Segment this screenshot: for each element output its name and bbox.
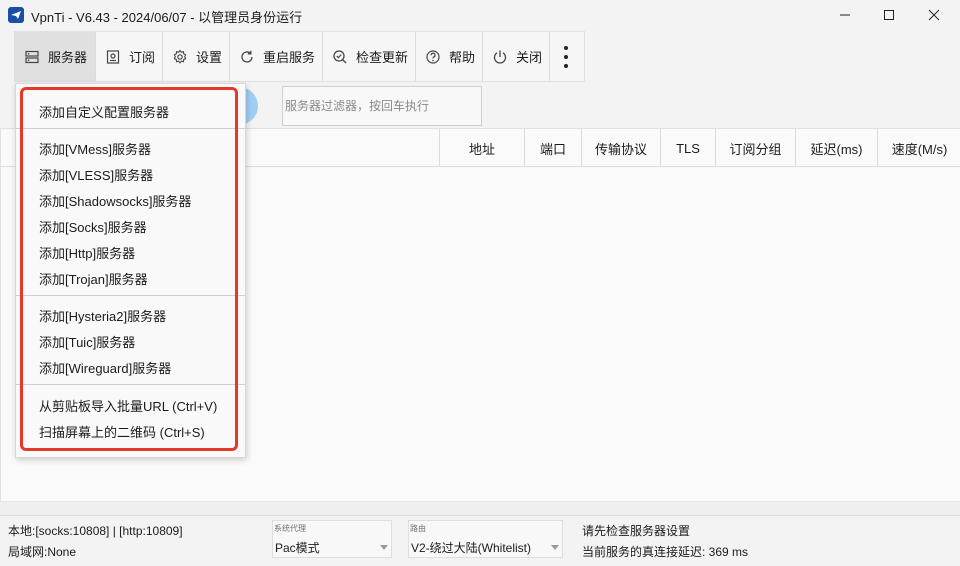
toolbar-label: 关闭 bbox=[516, 50, 543, 65]
local-ports-text: 本地:[socks:10808] | [http:10809] bbox=[8, 524, 183, 538]
menu-add-vless-server[interactable]: 添加[VLESS]服务器 bbox=[16, 161, 245, 187]
menu-scan-qr-code[interactable]: 扫描屏幕上的二维码 (Ctrl+S) bbox=[16, 418, 245, 444]
close-button[interactable] bbox=[911, 0, 957, 30]
horizontal-scrollbar[interactable] bbox=[0, 501, 960, 515]
toolbar-subscriptions-button[interactable]: 订阅 bbox=[96, 32, 162, 81]
toolbar-close-button[interactable]: 关闭 bbox=[483, 32, 549, 81]
title-bar: VpnTi - V6.43 - 2024/06/07 - 以管理员身份运行 bbox=[0, 0, 960, 30]
main-toolbar: 服务器 订阅 设置 重启服务 检查更新 帮助 关闭 bbox=[14, 31, 585, 82]
toolbar-check-update-button[interactable]: 检查更新 bbox=[323, 32, 415, 81]
menu-separator bbox=[16, 295, 245, 296]
menu-add-wireguard-server[interactable]: 添加[Wireguard]服务器 bbox=[16, 354, 245, 380]
toolbar-restart-button[interactable]: 重启服务 bbox=[230, 32, 322, 81]
minimize-button[interactable] bbox=[822, 0, 868, 30]
more-vertical-icon[interactable] bbox=[560, 46, 572, 68]
system-proxy-label: 系统代理 bbox=[274, 524, 306, 533]
check-update-icon bbox=[332, 49, 348, 65]
help-icon bbox=[425, 49, 441, 65]
column-header-address[interactable]: 地址 bbox=[439, 129, 524, 167]
subscription-icon bbox=[105, 49, 121, 65]
column-header-transport[interactable]: 传输协议 bbox=[581, 129, 660, 167]
minimize-icon bbox=[840, 14, 850, 16]
routing-label: 路由 bbox=[410, 524, 426, 533]
server-icon bbox=[24, 49, 40, 65]
toolbar-servers-button[interactable]: 服务器 bbox=[15, 32, 95, 81]
column-header-subscription-group[interactable]: 订阅分组 bbox=[715, 129, 795, 167]
menu-import-from-clipboard[interactable]: 从剪贴板导入批量URL (Ctrl+V) bbox=[16, 392, 245, 418]
column-header-latency[interactable]: 延迟(ms) bbox=[795, 129, 877, 167]
menu-add-shadowsocks-server[interactable]: 添加[Shadowsocks]服务器 bbox=[16, 187, 245, 213]
menu-add-trojan-server[interactable]: 添加[Trojan]服务器 bbox=[16, 265, 245, 291]
menu-separator bbox=[16, 384, 245, 385]
column-header-tls[interactable]: TLS bbox=[660, 129, 715, 167]
status-message: 请先检查服务器设置 bbox=[582, 524, 691, 538]
routing-select[interactable]: 路由 V2-绕过大陆(Whitelist) bbox=[408, 520, 563, 558]
toolbar-label: 重启服务 bbox=[263, 50, 316, 65]
refresh-icon bbox=[239, 49, 255, 65]
server-dropdown-menu: 添加自定义配置服务器 添加[VMess]服务器 添加[VLESS]服务器 添加[… bbox=[15, 83, 246, 458]
lan-text: 局域网:None bbox=[8, 545, 77, 559]
chevron-down-icon bbox=[380, 545, 388, 550]
app-logo-icon bbox=[8, 7, 24, 23]
window-title: VpnTi - V6.43 - 2024/06/07 - 以管理员身份运行 bbox=[31, 10, 303, 25]
column-header-speed[interactable]: 速度(M/s) bbox=[877, 129, 960, 167]
latency-text: 当前服务的真连接延迟: 369 ms bbox=[582, 545, 749, 559]
maximize-icon bbox=[884, 10, 894, 20]
system-proxy-value: Pac模式 bbox=[275, 541, 320, 555]
toolbar-label: 订阅 bbox=[129, 50, 156, 65]
close-icon bbox=[928, 9, 940, 21]
menu-add-hysteria2-server[interactable]: 添加[Hysteria2]服务器 bbox=[16, 302, 245, 328]
menu-add-tuic-server[interactable]: 添加[Tuic]服务器 bbox=[16, 328, 245, 354]
toolbar-divider bbox=[549, 32, 550, 81]
menu-add-custom-server[interactable]: 添加自定义配置服务器 bbox=[16, 98, 245, 124]
maximize-button[interactable] bbox=[866, 0, 912, 30]
toolbar-label: 检查更新 bbox=[356, 50, 409, 65]
server-filter-field[interactable] bbox=[282, 86, 482, 126]
power-icon bbox=[492, 49, 508, 65]
menu-add-vmess-server[interactable]: 添加[VMess]服务器 bbox=[16, 135, 245, 161]
server-filter-input[interactable] bbox=[283, 87, 481, 125]
toolbar-label: 服务器 bbox=[48, 50, 88, 65]
status-bar: 本地:[socks:10808] | [http:10809] 局域网:None… bbox=[0, 515, 960, 566]
toolbar-help-button[interactable]: 帮助 bbox=[416, 32, 482, 81]
gear-icon bbox=[172, 49, 188, 65]
chevron-down-icon bbox=[551, 545, 559, 550]
menu-add-socks-server[interactable]: 添加[Socks]服务器 bbox=[16, 213, 245, 239]
menu-separator bbox=[16, 128, 245, 129]
routing-value: V2-绕过大陆(Whitelist) bbox=[411, 541, 532, 555]
toolbar-label: 设置 bbox=[196, 50, 223, 65]
toolbar-settings-button[interactable]: 设置 bbox=[163, 32, 229, 81]
column-header-port[interactable]: 端口 bbox=[524, 129, 581, 167]
system-proxy-select[interactable]: 系统代理 Pac模式 bbox=[272, 520, 392, 558]
menu-add-http-server[interactable]: 添加[Http]服务器 bbox=[16, 239, 245, 265]
toolbar-label: 帮助 bbox=[449, 50, 476, 65]
